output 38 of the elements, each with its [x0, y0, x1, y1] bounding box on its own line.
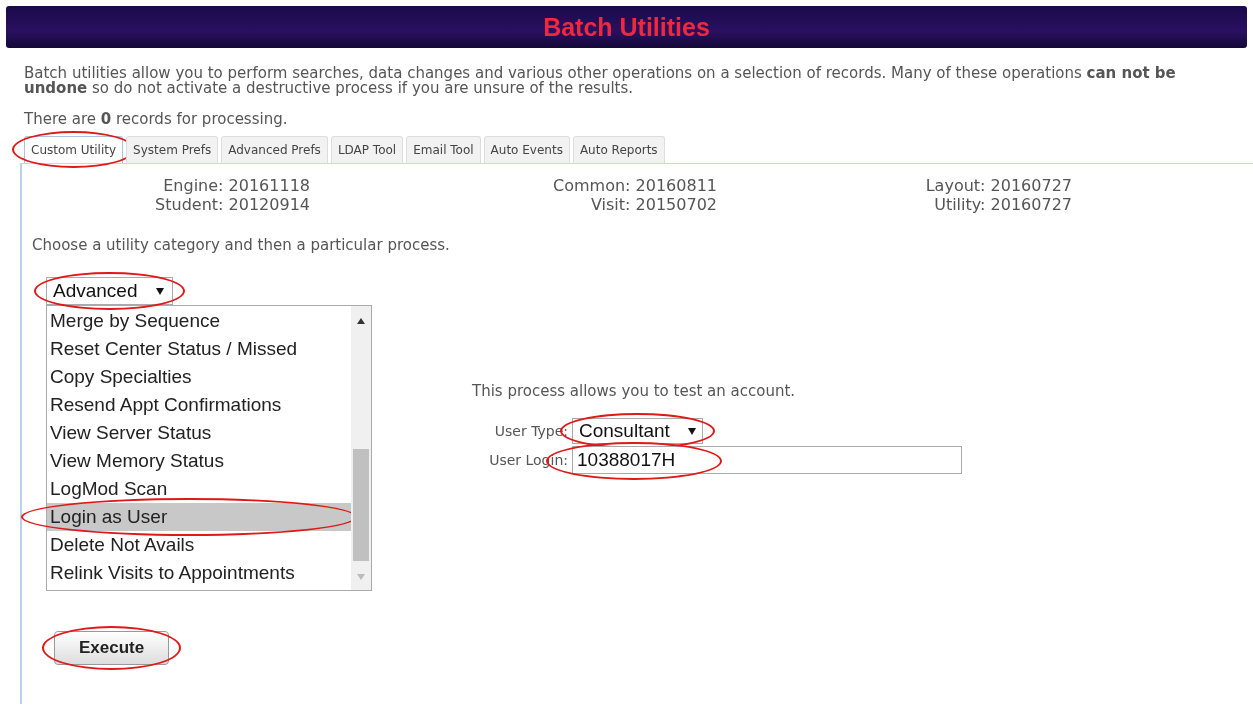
list-item[interactable]: Copy Specialties: [47, 363, 351, 391]
user-type-dropdown[interactable]: Consultant: [572, 418, 703, 444]
list-item[interactable]: LogMod Scan: [47, 475, 351, 503]
version-text: Visit: 20150702: [590, 195, 717, 214]
tab[interactable]: LDAP Tool: [330, 136, 404, 163]
tab[interactable]: Custom Utility: [24, 136, 124, 163]
list-item[interactable]: Reset Center Status / Missed: [47, 335, 351, 363]
tab[interactable]: Email Tool: [406, 136, 481, 163]
list-item[interactable]: Login as User: [47, 503, 351, 531]
tab[interactable]: System Prefs: [126, 136, 219, 163]
caret-icon: [155, 287, 164, 295]
list-item[interactable]: Delete Not Avails: [47, 531, 351, 559]
execute-button[interactable]: Execute: [54, 631, 170, 665]
list-item[interactable]: View Server Status: [47, 419, 351, 447]
list-item[interactable]: Resend Appt Confirmations: [47, 391, 351, 419]
tab[interactable]: Auto Events: [483, 136, 570, 163]
category-dropdown[interactable]: Advanced: [46, 277, 173, 305]
list-item[interactable]: View Memory Status: [47, 447, 351, 475]
record-count-text: There are 0 records for processing.: [24, 110, 289, 128]
page-title: Batch Utilities: [543, 12, 710, 42]
scroll-up-icon[interactable]: [357, 318, 365, 324]
version-text: Layout: 20160727: [924, 176, 1072, 195]
caret-icon: [687, 427, 696, 435]
scroll-down-icon[interactable]: [357, 574, 365, 580]
process-description: This process allows you to test an account.: [472, 382, 797, 400]
tab[interactable]: Advanced Prefs: [221, 136, 328, 163]
version-text: Student: 20120914: [154, 195, 310, 214]
scrollbar[interactable]: [351, 306, 371, 590]
list-item[interactable]: Relink Visits to Appointments: [47, 559, 351, 587]
user-login-field[interactable]: 10388017H: [572, 446, 962, 474]
list-item[interactable]: Merge by Sequence: [47, 307, 351, 335]
tab[interactable]: Auto Reports: [572, 136, 665, 163]
version-text: Common: 20160811: [552, 176, 717, 195]
version-text: Utility: 20160727: [933, 195, 1072, 214]
version-text: Engine: 20161118: [162, 176, 310, 195]
scroll-thumb[interactable]: [353, 449, 369, 561]
intro-text: Batch utilities allow you to perform searches, data changes and various other operations on a selection of records. Many of these operations can not be undone so do not activate a destructive process if you are unsure of the results.: [24, 66, 1177, 96]
instruction-text: Choose a utility category and then a particular process.: [32, 236, 451, 254]
